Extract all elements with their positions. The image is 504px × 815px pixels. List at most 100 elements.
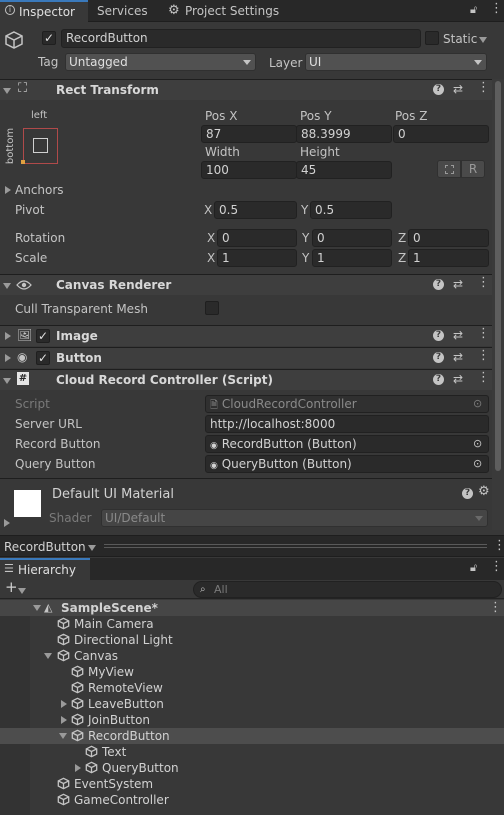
preview-drag-handle[interactable]: [104, 544, 487, 548]
rotation-x-field[interactable]: 0: [217, 229, 297, 247]
kebab-menu-icon[interactable]: ⋮: [489, 601, 502, 614]
kebab-menu-icon[interactable]: ⋮: [490, 2, 503, 15]
image-enabled-checkbox[interactable]: ✓: [36, 329, 50, 343]
scene-row[interactable]: ◭ SampleScene* ⋮: [0, 600, 504, 616]
pivot-x-axis-label[interactable]: X: [204, 202, 212, 218]
scale-y-axis-label[interactable]: Y: [302, 250, 309, 266]
anchor-presets-button[interactable]: [21, 128, 58, 164]
cull-transparent-mesh-checkbox[interactable]: [205, 301, 219, 315]
rotation-x-axis-label[interactable]: X: [207, 230, 215, 246]
preset-icon[interactable]: ⇄: [453, 83, 463, 95]
query-button-field[interactable]: ◉ QueryButton (Button): [205, 455, 489, 473]
help-icon[interactable]: ?: [433, 279, 444, 290]
kebab-menu-icon[interactable]: ⋮: [477, 371, 490, 384]
button-header[interactable]: ◉ ✓ Button ? ⇄ ⋮: [0, 347, 492, 368]
preset-icon[interactable]: ⇄: [453, 373, 463, 385]
hierarchy-row-event-system[interactable]: EventSystem: [0, 776, 504, 792]
foldout-arrow-icon[interactable]: [5, 332, 11, 340]
pivot-y-axis-label[interactable]: Y: [301, 202, 308, 218]
cloud-record-controller-header[interactable]: # Cloud Record Controller (Script) ? ⇄ ⋮: [0, 369, 492, 390]
preset-icon[interactable]: ⇄: [453, 351, 463, 363]
shader-dropdown[interactable]: UI/Default: [101, 509, 488, 527]
scale-y-field[interactable]: 1: [312, 249, 392, 267]
hierarchy-row-record-button[interactable]: RecordButton: [0, 728, 504, 744]
help-icon[interactable]: ?: [462, 488, 473, 499]
canvas-renderer-header[interactable]: Canvas Renderer ? ⇄ ⋮: [0, 274, 492, 295]
foldout-arrow-icon[interactable]: [44, 653, 52, 659]
kebab-menu-icon[interactable]: ⋮: [477, 327, 490, 340]
rotation-z-axis-label[interactable]: Z: [398, 230, 406, 246]
chevron-down-icon[interactable]: [18, 588, 26, 594]
width-field[interactable]: 100: [201, 161, 297, 179]
tag-dropdown[interactable]: Untagged: [65, 53, 256, 71]
foldout-arrow-icon[interactable]: [5, 354, 11, 362]
scale-x-axis-label[interactable]: X: [207, 250, 215, 266]
chevron-down-icon[interactable]: [88, 545, 96, 551]
hierarchy-row-leave-button[interactable]: LeaveButton: [0, 696, 504, 712]
tab-project-settings[interactable]: ⚙ Project Settings: [162, 0, 292, 22]
scale-z-axis-label[interactable]: Z: [398, 250, 406, 266]
foldout-arrow-icon[interactable]: [3, 283, 11, 289]
rotation-z-field[interactable]: 0: [408, 229, 489, 247]
hierarchy-row-text[interactable]: Text: [0, 744, 504, 760]
height-field[interactable]: 45: [296, 161, 392, 179]
object-picker-icon[interactable]: ⊙: [473, 458, 482, 470]
hierarchy-row-main-camera[interactable]: Main Camera: [0, 616, 504, 632]
pivot-x-field[interactable]: 0.5: [214, 201, 297, 219]
layer-dropdown[interactable]: UI: [305, 53, 487, 71]
hierarchy-row-game-controller[interactable]: GameController: [0, 792, 504, 808]
foldout-arrow-icon[interactable]: [61, 700, 67, 708]
hierarchy-row-my-view[interactable]: MyView: [0, 664, 504, 680]
hierarchy-row-query-button[interactable]: QueryButton: [0, 760, 504, 776]
tab-services[interactable]: Services: [88, 0, 162, 22]
plus-icon[interactable]: +: [5, 580, 18, 595]
tab-hierarchy[interactable]: ☰ Hierarchy: [0, 558, 90, 580]
pos-z-field[interactable]: 0: [393, 125, 489, 143]
server-url-field[interactable]: http://localhost:8000: [205, 415, 489, 433]
help-icon[interactable]: ?: [433, 84, 444, 95]
foldout-arrow-icon[interactable]: [3, 88, 11, 94]
foldout-arrow-icon[interactable]: [61, 716, 67, 724]
hierarchy-row-directional-light[interactable]: Directional Light: [0, 632, 504, 648]
kebab-menu-icon[interactable]: ⋮: [477, 276, 490, 289]
kebab-menu-icon[interactable]: ⋮: [477, 81, 490, 94]
pivot-y-field[interactable]: 0.5: [310, 201, 392, 219]
lock-icon[interactable]: 🔓︎: [470, 562, 477, 574]
kebab-menu-icon[interactable]: ⋮: [490, 560, 503, 573]
object-name-field[interactable]: RecordButton: [61, 29, 421, 48]
hierarchy-search-input[interactable]: ⌕ All: [193, 581, 502, 598]
foldout-arrow-icon[interactable]: [4, 519, 10, 527]
preset-icon[interactable]: ⇄: [453, 278, 463, 290]
hierarchy-row-join-button[interactable]: JoinButton: [0, 712, 504, 728]
rotation-y-field[interactable]: 0: [312, 229, 392, 247]
active-checkbox[interactable]: ✓: [42, 31, 56, 45]
scale-x-field[interactable]: 1: [217, 249, 297, 267]
help-icon[interactable]: ?: [433, 330, 444, 341]
tab-inspector[interactable]: i Inspector: [0, 0, 88, 22]
raw-edit-button[interactable]: R: [461, 160, 485, 178]
help-icon[interactable]: ?: [433, 374, 444, 385]
scale-z-field[interactable]: 1: [408, 249, 489, 267]
preview-object-dropdown[interactable]: RecordButton: [4, 539, 86, 555]
scrollbar-thumb[interactable]: [495, 81, 501, 471]
image-header[interactable]: 🖼︎ ✓ Image ? ⇄ ⋮: [0, 325, 492, 346]
pos-x-field[interactable]: 87: [201, 125, 297, 143]
foldout-arrow-icon[interactable]: [75, 764, 81, 772]
inspector-scrollbar[interactable]: [492, 79, 504, 530]
button-enabled-checkbox[interactable]: ✓: [36, 351, 50, 365]
hierarchy-row-remote-view[interactable]: RemoteView: [0, 680, 504, 696]
static-dropdown-arrow[interactable]: [479, 37, 487, 43]
hierarchy-row-canvas[interactable]: Canvas: [0, 648, 504, 664]
kebab-menu-icon[interactable]: ⋮: [493, 539, 504, 552]
foldout-arrow-icon[interactable]: [3, 378, 11, 384]
pos-y-field[interactable]: 88.3999: [296, 125, 392, 143]
kebab-menu-icon[interactable]: ⋮: [477, 349, 490, 362]
preset-icon[interactable]: ⇄: [453, 329, 463, 341]
lock-icon[interactable]: 🔓︎: [470, 4, 477, 16]
record-button-field[interactable]: ◉ RecordButton (Button): [205, 435, 489, 453]
anchors-label[interactable]: Anchors: [15, 182, 64, 198]
blueprint-mode-button[interactable]: [437, 160, 461, 178]
foldout-arrow-icon[interactable]: [59, 733, 67, 739]
foldout-arrow-icon[interactable]: [33, 605, 41, 611]
anchors-foldout-icon[interactable]: [5, 186, 11, 194]
